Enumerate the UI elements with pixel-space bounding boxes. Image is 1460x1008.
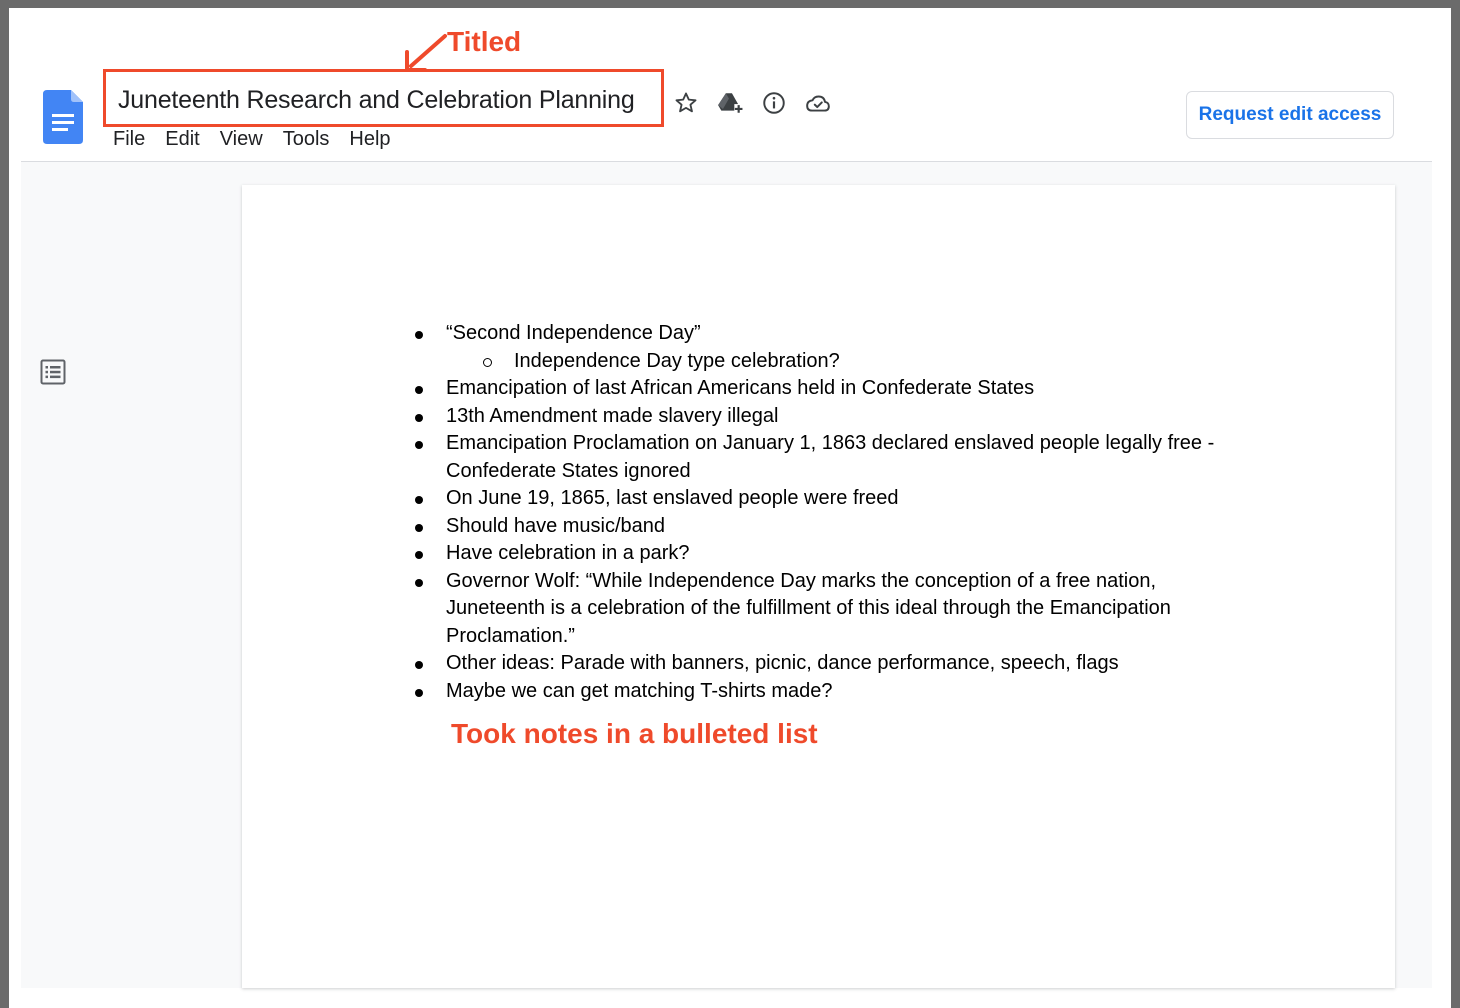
request-edit-access-button[interactable]: Request edit access <box>1186 91 1394 139</box>
list-item[interactable]: “Second Independence Day” <box>412 320 1282 348</box>
list-item[interactable]: Governor Wolf: “While Independence Day m… <box>412 568 1282 651</box>
google-docs-logo-icon[interactable] <box>43 90 83 144</box>
move-to-drive-icon[interactable] <box>717 90 743 116</box>
menu-view[interactable]: View <box>220 128 263 151</box>
menu-edit[interactable]: Edit <box>165 128 199 151</box>
bulleted-list: “Second Independence Day” Independence Da… <box>412 320 1282 705</box>
list-item[interactable]: Have celebration in a park? <box>412 540 1282 568</box>
annotation-arrow-icon <box>405 34 447 72</box>
list-item-line: Should have music/band <box>446 514 666 537</box>
list-item[interactable]: Emancipation Proclamation on January 1, … <box>412 430 1282 485</box>
bullet-icon <box>415 523 423 532</box>
annotation-titled: Titled <box>447 26 522 57</box>
sub-list-item[interactable]: Independence Day type celebration? <box>412 348 1282 376</box>
bullet-icon <box>415 661 423 669</box>
document-outline-icon[interactable] <box>39 358 67 386</box>
bullet-icon <box>415 578 423 587</box>
bullet-icon <box>415 413 423 422</box>
list-item-line: Juneteenth is a celebration of the fulfi… <box>446 597 1171 619</box>
list-item[interactable]: 13th Amendment made slavery illegal <box>412 403 1282 431</box>
list-item-line: Emancipation Proclamation on January 1, … <box>446 432 1215 454</box>
list-item-line: 13th Amendment made slavery illegal <box>446 404 779 427</box>
document-title[interactable]: Juneteenth Research and Celebration Plan… <box>118 86 635 115</box>
title-icon-group <box>673 90 831 116</box>
menu-file[interactable]: File <box>113 128 145 151</box>
menu-bar: File Edit View Tools Help <box>113 128 391 151</box>
docs-window: Titled Juneteenth Research and Celebrati… <box>21 8 1432 988</box>
list-item-line: Maybe we can get matching T-shirts made? <box>446 679 833 702</box>
title-highlight-box: Juneteenth Research and Celebration Plan… <box>103 69 664 127</box>
bullet-icon <box>415 441 423 449</box>
menu-tools[interactable]: Tools <box>283 128 330 151</box>
list-item-line: Confederate States ignored <box>446 459 691 482</box>
menu-help[interactable]: Help <box>349 128 390 151</box>
bullet-icon <box>415 331 423 339</box>
docs-header: Titled Juneteenth Research and Celebrati… <box>21 8 1432 162</box>
info-icon[interactable] <box>761 90 787 116</box>
list-item[interactable]: Emancipation of last African Americans h… <box>412 375 1282 403</box>
list-item-line: Emancipation of last African Americans h… <box>446 377 1035 399</box>
list-item[interactable]: Other ideas: Parade with banners, picnic… <box>412 650 1282 678</box>
bullet-icon <box>415 496 423 504</box>
annotation-notes: Took notes in a bulleted list <box>451 718 818 749</box>
document-page[interactable]: “Second Independence Day” Independence Da… <box>242 185 1395 988</box>
list-item-line: Proclamation.” <box>446 624 575 647</box>
list-item[interactable]: On June 19, 1865, last enslaved people w… <box>412 485 1282 513</box>
bullet-icon <box>415 386 423 394</box>
hollow-bullet-icon <box>483 357 492 367</box>
list-item-line: “Second Independence Day” <box>446 322 701 344</box>
bullet-icon <box>415 551 423 559</box>
bullet-icon <box>415 688 423 697</box>
cloud-saved-icon[interactable] <box>805 90 831 116</box>
list-item-line: On June 19, 1865, last enslaved people w… <box>446 487 899 509</box>
list-item[interactable]: Should have music/band <box>412 513 1282 541</box>
list-item-line: Independence Day type celebration? <box>514 349 840 372</box>
list-item-line: Other ideas: Parade with banners, picnic… <box>446 652 1119 674</box>
star-icon[interactable] <box>673 90 699 116</box>
list-item-line: Governor Wolf: “While Independence Day m… <box>446 569 1157 592</box>
list-item-line: Have celebration in a park? <box>446 542 690 564</box>
list-item[interactable]: Maybe we can get matching T-shirts made? <box>412 678 1282 706</box>
